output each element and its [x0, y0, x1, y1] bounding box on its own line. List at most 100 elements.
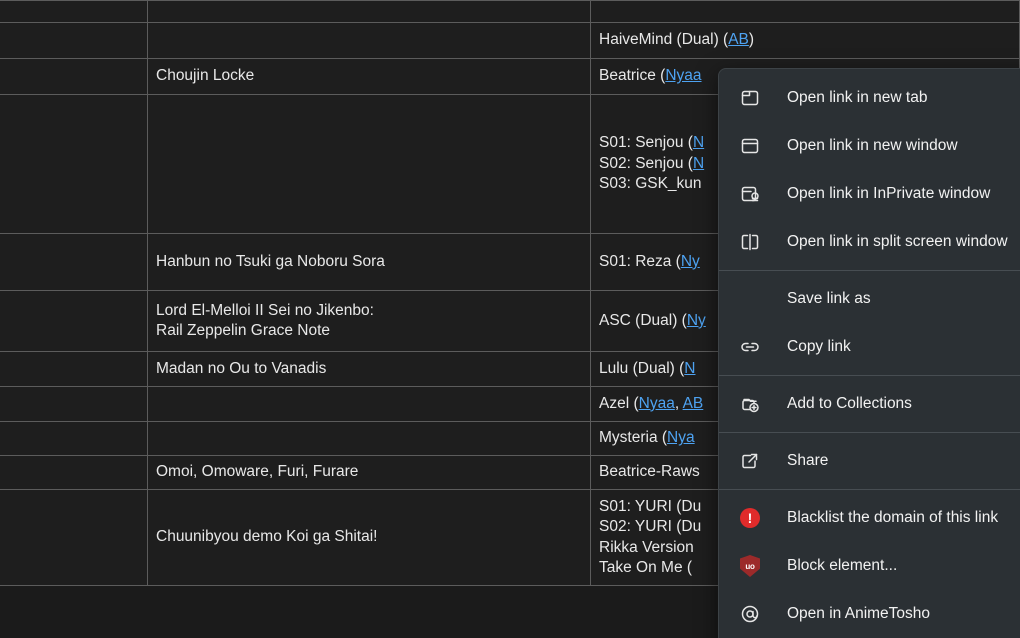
cell-line: Other [0, 527, 139, 547]
context-menu-item-add-to-collections[interactable]: Add to Collections [719, 380, 1020, 428]
source-link[interactable]: Nyaa [639, 395, 675, 412]
context-menu-item-save-link-as[interactable]: Save link as [719, 275, 1020, 323]
source-text: Mysteria ( [599, 429, 668, 447]
cell-line: e [0, 321, 139, 341]
context-menu-item-block-element[interactable]: uo Block element... [719, 542, 1020, 590]
browser-page: hia (TV)HaiveMind (Dual) (AB)nChoujin Lo… [0, 0, 1020, 638]
table-cell-romaji-title: Omoi, Omoware, Furi, Furare [147, 455, 591, 490]
share-icon [739, 450, 761, 472]
cell-line: HaiveMind (Dual) (AB) [599, 30, 1011, 50]
source-link[interactable]: Nya [667, 429, 695, 446]
table-cell-english-title [0, 386, 148, 422]
collections-icon [739, 393, 761, 415]
split-screen-icon [739, 231, 761, 253]
source-text: S01: YURI (Du [599, 497, 702, 515]
source-link[interactable]: Ny [681, 253, 700, 270]
source-text: S01: Senjou ( [599, 134, 693, 152]
context-menu-item-open-link-inprivate[interactable]: Open link in InPrivate window [719, 170, 1020, 218]
table-cell-romaji-title [147, 94, 591, 234]
cell-line: Rail Zeppelin Grace Note [156, 322, 331, 339]
new-window-icon [739, 135, 761, 157]
context-menu-item-label: Open link in new window [787, 137, 958, 154]
context-menu-item-open-link-new-window[interactable]: Open link in new window [719, 122, 1020, 170]
context-menu-item-share[interactable]: Share [719, 437, 1020, 485]
source-text: Azel ( [599, 394, 639, 412]
context-menu-item-label: Blacklist the domain of this link [787, 509, 999, 526]
table-cell-english-title: ase Files: Raile [0, 290, 148, 352]
source-link[interactable]: AB [683, 395, 704, 412]
browser-context-menu[interactable]: Open link in new tab Open link in new win… [718, 68, 1020, 638]
source-link[interactable]: AB [728, 31, 749, 48]
cell-line: hia (TV) [0, 30, 139, 50]
context-menu-item-label: Copy link [787, 338, 851, 355]
context-menu-item-label: Save link as [787, 290, 871, 307]
context-menu-item-open-in-animetosho[interactable]: Open in AnimeTosho [719, 590, 1020, 638]
table-cell-english-title: d Vanadis [0, 351, 148, 387]
table-cell-english-title: Other [0, 489, 148, 586]
source-text: S03: GSK_kun [599, 175, 702, 193]
context-menu-item-open-link-new-tab[interactable]: Open link in new tab [719, 74, 1020, 122]
cell-line: ase Files: Rail [0, 301, 139, 321]
inprivate-icon [739, 183, 761, 205]
source-text: S01: Reza ( [599, 252, 681, 270]
source-link[interactable]: Ny [687, 312, 706, 329]
cell-line: d Vanadis [0, 359, 139, 379]
source-text: Beatrice-Raws [599, 463, 700, 481]
source-link[interactable]: Nyaa [665, 67, 701, 84]
cell-line: Chuunibyou demo Koi ga Shitai! [156, 528, 378, 546]
cell-line: n [0, 66, 139, 86]
cell-line: Omoi, Omoware, Furi, Furare [156, 463, 359, 481]
table-cell-romaji-title: Choujin Locke [147, 58, 591, 95]
table-cell-romaji-title: Lord El-Melloi II Sei no Jikenbo: Rail Ze… [147, 290, 591, 352]
table-cell-english-title: n [0, 58, 148, 95]
context-menu-item-blacklist-domain[interactable]: ! Blacklist the domain of this link [719, 494, 1020, 542]
table-cell-romaji-title [147, 0, 591, 23]
cell-line: Lord El-Melloi II Sei no Jikenbo: [156, 301, 374, 319]
cell-line: Half Moon [0, 252, 139, 272]
source-link[interactable]: N [693, 155, 704, 172]
table-cell-english-title: hia (TV) [0, 22, 148, 59]
source-text: S02: YURI (Du [599, 518, 702, 536]
link-icon [739, 336, 761, 358]
context-menu-item-open-link-split-screen[interactable]: Open link in split screen window [719, 218, 1020, 266]
source-text: ) [748, 31, 755, 49]
new-tab-icon [739, 87, 761, 109]
source-text: S02: Senjou ( [599, 154, 693, 172]
source-text: , [674, 394, 683, 412]
context-menu-item-label: Open link in split screen window [787, 233, 1008, 250]
table-row: hia (TV) HaiveMind (Dual) (AB) [0, 22, 1020, 59]
context-menu-item-label: Share [787, 452, 829, 469]
context-menu-separator [719, 489, 1020, 490]
table-cell-romaji-title [147, 421, 591, 456]
table-cell-english-title [0, 421, 148, 456]
source-text: Take On Me ( [599, 558, 693, 576]
source-text: HaiveMind (Dual) ( [599, 31, 729, 49]
at-sign-icon [739, 603, 761, 625]
source-text: Beatrice ( [599, 67, 666, 85]
context-menu-item-label: Add to Collections [787, 395, 912, 412]
context-menu-item-label: Open link in new tab [787, 89, 928, 106]
source-text: Rikka Version [599, 538, 694, 556]
table-cell-english-title [0, 0, 148, 23]
cell-line: Choujin Locke [156, 67, 255, 85]
table-cell-romaji-title: Hanbun no Tsuki ga Noboru Sora [147, 233, 591, 291]
table-row [0, 0, 1020, 23]
context-menu-item-label: Open in AnimeTosho [787, 605, 931, 622]
ublock-shield-icon: uo [739, 555, 761, 577]
table-cell-romaji-title: Madan no Ou to Vanadis [147, 351, 591, 387]
table-cell-romaji-title [147, 386, 591, 422]
table-cell-romaji-title: Chuunibyou demo Koi ga Shitai! [147, 489, 591, 586]
context-menu-separator [719, 270, 1020, 271]
table-cell-release-sources [590, 0, 1020, 23]
table-cell-english-title [0, 94, 148, 234]
context-menu-separator [719, 432, 1020, 433]
context-menu-item-copy-link[interactable]: Copy link [719, 323, 1020, 371]
source-link[interactable]: N [684, 360, 695, 377]
source-text: Lulu (Dual) ( [599, 359, 685, 377]
table-cell-romaji-title [147, 22, 591, 59]
source-link[interactable]: N [693, 134, 704, 151]
table-cell-release-sources: HaiveMind (Dual) (AB) [590, 22, 1020, 59]
context-menu-item-label: Open link in InPrivate window [787, 185, 991, 202]
blacklist-icon: ! [739, 507, 761, 529]
cell-line: Hanbun no Tsuki ga Noboru Sora [156, 252, 385, 270]
